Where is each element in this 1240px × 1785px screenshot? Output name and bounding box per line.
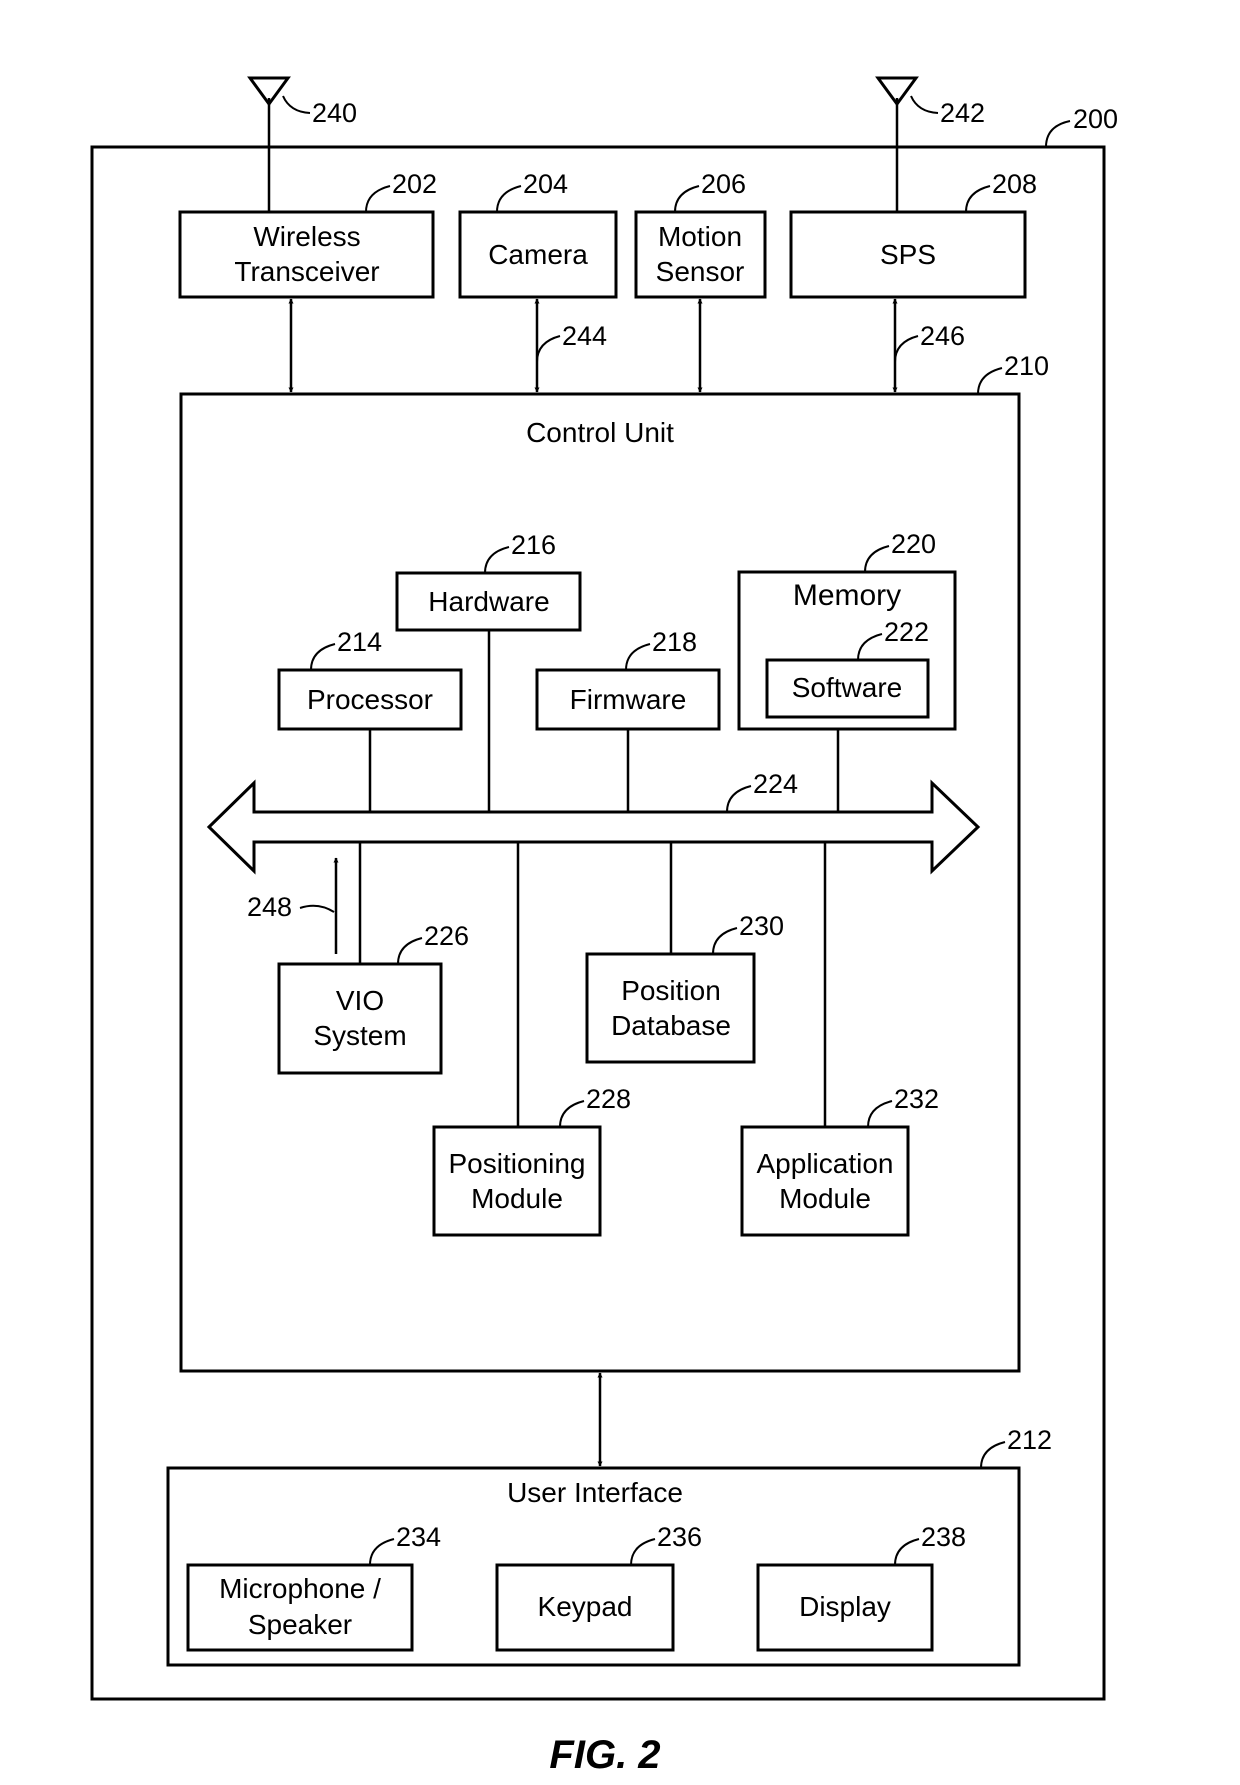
keypad-label: Keypad (538, 1591, 633, 1622)
ref-206: 206 (701, 169, 746, 199)
ref-200: 200 (1073, 104, 1118, 134)
ref-218: 218 (652, 627, 697, 657)
application-label-line1: Application (757, 1148, 894, 1179)
ref-240: 240 (312, 98, 357, 128)
ref-230: 230 (739, 911, 784, 941)
ref-244: 244 (562, 321, 607, 351)
figure-caption: FIG. 2 (549, 1733, 660, 1777)
ref-208: 208 (992, 169, 1037, 199)
ref-246: 246 (920, 321, 965, 351)
ref-226: 226 (424, 921, 469, 951)
vio-label-line1: VIO (336, 985, 384, 1016)
ref-238: 238 (921, 1522, 966, 1552)
ref-202: 202 (392, 169, 437, 199)
ref-248: 248 (247, 892, 292, 922)
application-label-line2: Module (779, 1183, 871, 1214)
ref-234: 234 (396, 1522, 441, 1552)
ref-228: 228 (586, 1084, 631, 1114)
position-database-box (585, 952, 756, 1064)
motion-label-line1: Motion (658, 221, 742, 252)
software-label: Software (792, 672, 903, 703)
mic-label-line2: Speaker (248, 1609, 352, 1640)
ref-220: 220 (891, 529, 936, 559)
motion-label-line2: Sensor (656, 256, 745, 287)
ref-232: 232 (894, 1084, 939, 1114)
block-diagram: Wireless Transceiver Camera Motion Senso… (90, 76, 1118, 1777)
ref-236: 236 (657, 1522, 702, 1552)
control-unit-title: Control Unit (526, 417, 674, 448)
ref-212: 212 (1007, 1425, 1052, 1455)
vio-label-line2: System (313, 1020, 406, 1051)
vio-system-box (277, 962, 443, 1075)
display-label: Display (799, 1591, 891, 1622)
positioning-module-box (432, 1125, 602, 1237)
hardware-label: Hardware (428, 586, 549, 617)
mic-label-line1: Microphone / (219, 1573, 381, 1604)
memory-label: Memory (793, 579, 901, 612)
camera-label: Camera (488, 239, 588, 270)
ref-224: 224 (753, 769, 798, 799)
ref-214: 214 (337, 627, 382, 657)
ref-222: 222 (884, 617, 929, 647)
user-interface-title: User Interface (507, 1477, 683, 1508)
ref-216: 216 (511, 530, 556, 560)
processor-label: Processor (307, 684, 433, 715)
application-module-box (740, 1125, 910, 1237)
position-db-label-line1: Position (621, 975, 721, 1006)
positioning-label-line1: Positioning (449, 1148, 586, 1179)
ref-204: 204 (523, 169, 568, 199)
positioning-label-line2: Module (471, 1183, 563, 1214)
ref-210: 210 (1004, 351, 1049, 381)
position-db-label-line2: Database (611, 1010, 731, 1041)
sps-label: SPS (880, 239, 936, 270)
wireless-label-line1: Wireless (253, 221, 360, 252)
ref-242: 242 (940, 98, 985, 128)
wireless-label-line2: Transceiver (234, 256, 379, 287)
firmware-label: Firmware (570, 684, 687, 715)
